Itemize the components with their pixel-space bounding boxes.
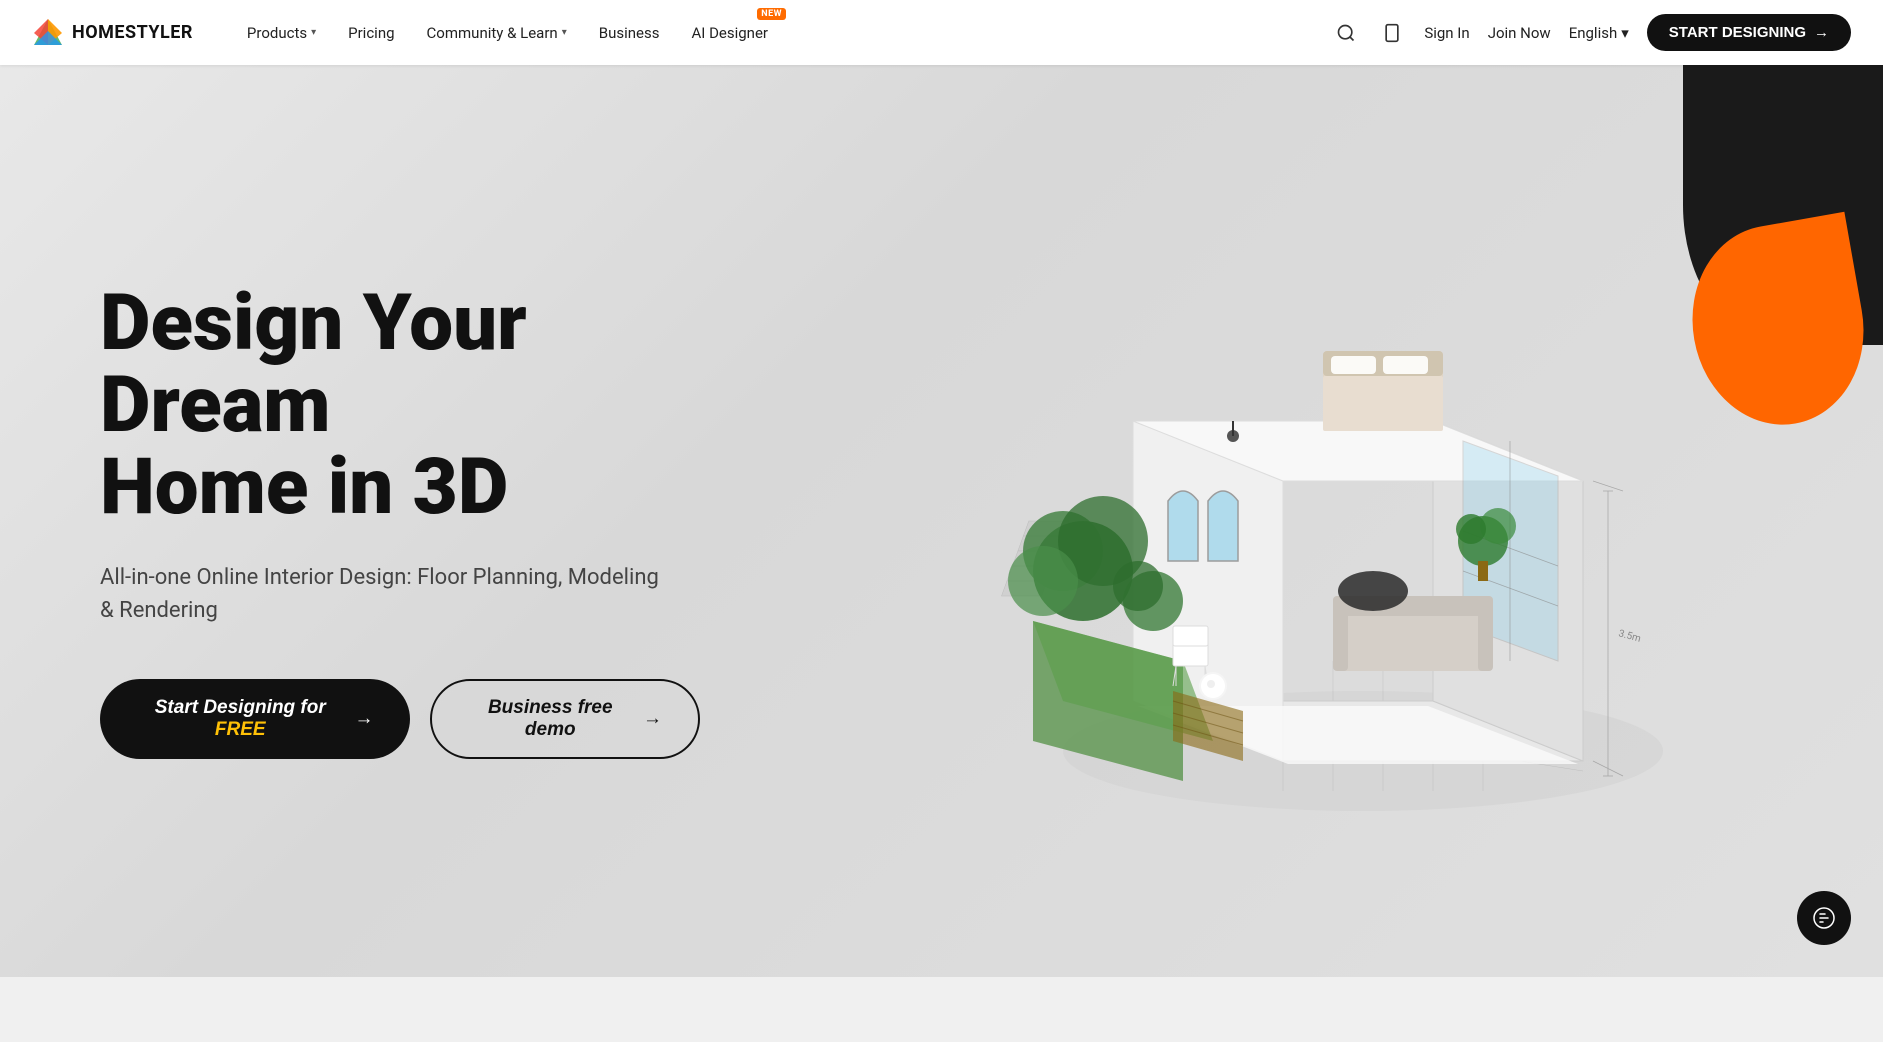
business-demo-button[interactable]: Business free demo → xyxy=(430,679,700,759)
hero-buttons: Start Designing for FREE → Business free… xyxy=(100,679,700,759)
join-now-link[interactable]: Join Now xyxy=(1488,24,1551,42)
hero-subtitle: All-in-one Online Interior Design: Floor… xyxy=(100,561,660,627)
chat-widget[interactable] xyxy=(1797,891,1851,945)
hero-title: Design Your Dream Home in 3D xyxy=(100,283,700,529)
primary-arrow-icon: → xyxy=(355,708,374,730)
nav-community[interactable]: Community & Learn ▾ xyxy=(413,16,581,50)
hero-section: Design Your Dream Home in 3D All-in-one … xyxy=(0,65,1883,977)
device-icon xyxy=(1382,23,1402,43)
secondary-arrow-icon: → xyxy=(643,708,662,730)
logo-link[interactable]: HOMESTYLER xyxy=(32,17,193,49)
language-chevron-icon: ▾ xyxy=(1621,24,1629,42)
nav-right: Sign In Join Now English ▾ START DESIGNI… xyxy=(1332,14,1851,51)
chat-icon xyxy=(1812,906,1836,930)
language-selector[interactable]: English ▾ xyxy=(1569,24,1629,42)
sign-in-link[interactable]: Sign In xyxy=(1424,24,1469,42)
ai-new-badge: NEW xyxy=(757,8,786,20)
hero-content: Design Your Dream Home in 3D All-in-one … xyxy=(0,203,800,839)
navbar: HOMESTYLER Products ▾ Pricing Community … xyxy=(0,0,1883,65)
free-text: FREE xyxy=(215,719,266,740)
nav-pricing[interactable]: Pricing xyxy=(334,16,408,50)
house-3d-svg: 3.5m xyxy=(983,221,1683,821)
svg-text:3.5m: 3.5m xyxy=(1617,628,1642,645)
community-chevron-icon: ▾ xyxy=(562,27,567,38)
nav-ai-designer[interactable]: AI Designer NEW xyxy=(677,16,782,50)
start-arrow-icon: → xyxy=(1814,24,1829,41)
nav-business[interactable]: Business xyxy=(585,16,674,50)
start-designing-button[interactable]: START DESIGNING → xyxy=(1647,14,1851,51)
start-designing-free-button[interactable]: Start Designing for FREE → xyxy=(100,679,410,759)
search-icon xyxy=(1336,23,1356,43)
nav-links: Products ▾ Pricing Community & Learn ▾ B… xyxy=(233,16,1332,50)
products-chevron-icon: ▾ xyxy=(311,27,316,38)
logo-icon xyxy=(32,17,64,49)
device-button[interactable] xyxy=(1378,19,1406,47)
nav-products[interactable]: Products ▾ xyxy=(233,16,330,50)
logo-text: HOMESTYLER xyxy=(72,22,193,43)
search-button[interactable] xyxy=(1332,19,1360,47)
hero-3d-image: 3.5m xyxy=(983,221,1683,821)
